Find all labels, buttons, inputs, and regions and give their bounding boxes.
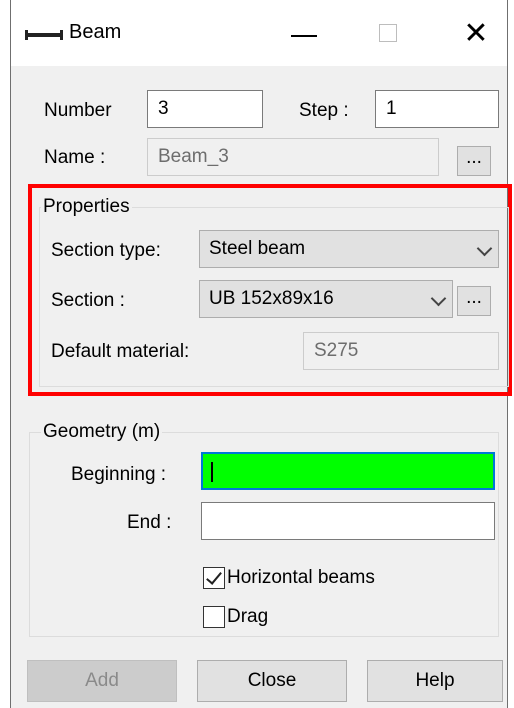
- name-label: Name :: [44, 147, 106, 168]
- beginning-field[interactable]: [201, 452, 495, 490]
- section-value: UB 152x89x16: [209, 288, 334, 309]
- section-browse-button[interactable]: ...: [457, 286, 491, 316]
- default-material-label: Default material:: [51, 341, 190, 362]
- number-label: Number: [44, 100, 112, 121]
- drag-label[interactable]: Drag: [227, 606, 268, 628]
- section-type-select[interactable]: Steel beam: [199, 230, 499, 268]
- end-label: End :: [127, 512, 172, 533]
- beam-icon: [25, 30, 63, 40]
- minimize-button[interactable]: [281, 10, 327, 56]
- section-label: Section :: [51, 290, 125, 311]
- drag-checkbox[interactable]: [203, 606, 225, 628]
- section-select[interactable]: UB 152x89x16: [199, 280, 453, 318]
- horizontal-beams-label[interactable]: Horizontal beams: [227, 567, 375, 589]
- section-type-label: Section type:: [51, 240, 161, 261]
- name-browse-button[interactable]: ...: [457, 146, 491, 176]
- name-field[interactable]: Beam_3: [147, 138, 439, 176]
- minimize-icon: [291, 35, 317, 37]
- chevron-down-icon: [476, 240, 493, 257]
- close-button[interactable]: Close: [197, 660, 347, 702]
- chevron-down-icon: [430, 290, 447, 307]
- help-button[interactable]: Help: [367, 660, 503, 702]
- number-field[interactable]: 3: [147, 90, 263, 128]
- maximize-icon: [379, 24, 397, 42]
- window-title: Beam: [69, 21, 122, 43]
- geometry-title: Geometry (m): [41, 421, 163, 443]
- close-window-button[interactable]: ✕: [453, 10, 499, 56]
- maximize-button[interactable]: [365, 10, 411, 56]
- beam-dialog: Beam ✕ Number 3 Step : 1 Name : Beam_3 .…: [10, 0, 512, 708]
- step-label: Step :: [299, 100, 349, 121]
- section-type-value: Steel beam: [209, 238, 306, 259]
- end-field[interactable]: [201, 502, 495, 540]
- title-bar[interactable]: Beam ✕: [11, 0, 507, 66]
- beginning-label: Beginning :: [71, 464, 167, 485]
- properties-title: Properties: [41, 196, 132, 218]
- add-button[interactable]: Add: [27, 660, 177, 702]
- horizontal-beams-checkbox[interactable]: [203, 567, 225, 589]
- step-field[interactable]: 1: [375, 90, 499, 128]
- close-icon: ✕: [463, 16, 489, 50]
- default-material-field[interactable]: S275: [303, 332, 499, 370]
- text-cursor: [211, 462, 213, 482]
